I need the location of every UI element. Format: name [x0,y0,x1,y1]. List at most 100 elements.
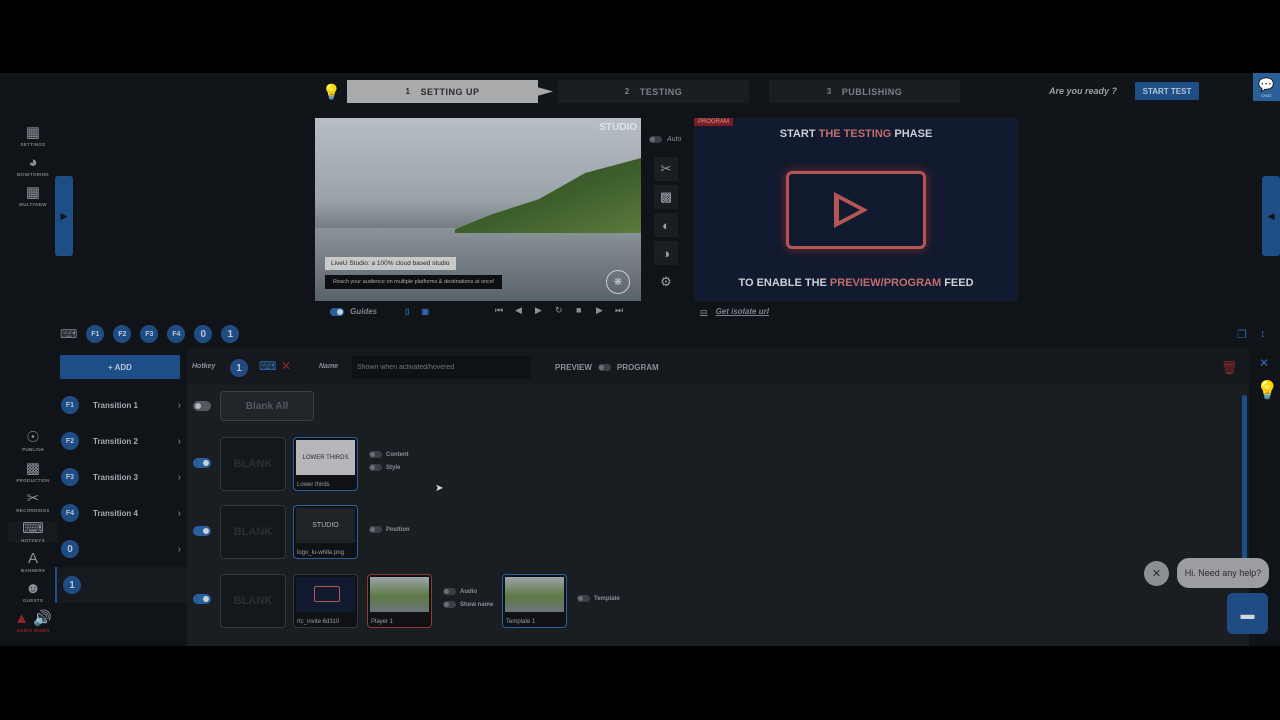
help-chat-button[interactable]: ▬ [1227,593,1268,634]
player-card[interactable]: Player 1 [367,574,432,628]
rail-guests[interactable]: ☻ GUESTS [8,581,58,604]
program-monitor[interactable]: PROGRAM START THE TESTING PHASE TO ENABL… [694,118,1018,301]
rtc-invite-card[interactable]: rtc_invite 6d310 [293,574,358,628]
keyboard-icon: ⌨ [22,520,44,537]
trash-icon[interactable]: 🗑 [1221,360,1238,376]
editor-hotkey[interactable]: 1 [230,359,248,377]
preview-monitor[interactable]: STUDIO LiveU Studio: a 100% cloud based … [315,118,641,301]
loop-icon[interactable]: ↻ [555,305,563,316]
close-icon[interactable]: ✕ [1259,356,1269,370]
row-toggle[interactable] [193,458,211,468]
isolate-url-link[interactable]: ▭ Get isolate url [700,307,769,316]
row-toggle[interactable] [193,526,211,536]
skip-end-icon[interactable]: ⏭ [615,305,623,316]
mouse-cursor-icon: ➤ [435,483,444,494]
name-input[interactable] [352,356,531,378]
fade-transition-button[interactable]: ◐ [654,213,678,237]
transition-settings-button[interactable]: ⚙ [654,270,678,294]
transition-row[interactable]: F2 Transition 2 › [55,423,187,459]
layers-icon[interactable]: ▣ [422,307,430,316]
play-icon-inner [839,199,860,221]
guides-toggle[interactable]: Guides ▯ ▣ [330,307,429,316]
keyboard-icon[interactable]: ⌨ [259,359,276,373]
hotkey-f2[interactable]: F2 [113,325,132,343]
skip-start-icon[interactable]: ⏮ [495,305,503,316]
stop-icon[interactable]: ■ [576,305,581,315]
transition-editor: Hotkey 1 ⌨ ✕ Name PREVIEW PROGRAM 🗑 Blan… [187,348,1249,646]
checker-icon: ▩ [659,189,673,204]
transition-row[interactable]: 0 › [55,531,187,567]
chat-button[interactable]: 💬 CHAT [1253,73,1280,101]
transition-row-selected[interactable]: 1 [55,567,187,603]
cut-transition-button[interactable]: ✂ [654,157,678,181]
scissors-icon: ✂ [26,490,40,507]
help-bubble[interactable]: Hi. Need any help? [1177,558,1269,588]
option-position[interactable]: Position [369,526,410,533]
option-show-name[interactable]: Show name [443,601,493,608]
template-card[interactable]: Template 1 [502,574,567,628]
transition-row[interactable]: F1 Transition 1 › [55,387,187,423]
swap-transition-button[interactable]: ◑ [654,241,678,265]
left-panel-handle[interactable]: ▶ [55,176,73,256]
chat-icon: 💬 [1258,76,1275,92]
step-publishing[interactable]: 3 PUBLISHING [769,80,960,103]
step-testing[interactable]: 2 TESTING [558,80,749,103]
rail-recordings[interactable]: ✂ RECORDINGS [8,490,58,514]
rail-hotkeys[interactable]: ⌨ HOTKEYS [8,521,58,543]
next-icon[interactable]: ▶ [596,305,603,316]
rail-multiview[interactable]: ▦ MULTIVIEW [8,185,58,208]
clear-hotkey-icon[interactable]: ✕ [281,359,291,373]
rail-production[interactable]: ▩ PRODUCTION [8,461,58,484]
hotkey-f4[interactable]: F4 [167,325,186,343]
blank-slot[interactable]: BLANK [220,574,286,628]
mobile-icon[interactable]: ▯ [405,307,409,316]
lightbulb-icon[interactable]: 💡 [322,83,341,101]
blank-slot[interactable]: BLANK [220,437,286,491]
start-test-button[interactable]: START TEST [1135,82,1199,100]
transition-row[interactable]: F4 Transition 4 › [55,495,187,531]
option-template[interactable]: Template [577,595,620,602]
right-panel-handle[interactable]: ◀ [1262,176,1280,256]
auto-switch[interactable] [649,136,662,143]
auto-toggle[interactable]: Auto [649,136,681,143]
preview-program-toggle[interactable]: PREVIEW PROGRAM [555,363,659,372]
scissors-icon: ✂ [660,161,672,176]
copy-icon[interactable]: ❐ [1237,328,1247,341]
row-toggle[interactable] [193,594,211,604]
help-close-button[interactable]: ✕ [1144,561,1169,586]
option-audio[interactable]: Audio [443,588,477,595]
option-content[interactable]: Content [369,451,409,458]
editor-scrollbar[interactable] [1242,395,1247,573]
rail-settings[interactable]: ▦ SETTINGS [8,124,58,148]
blank-slot[interactable]: BLANK [220,505,286,559]
hotkey-f3[interactable]: F3 [140,325,159,343]
add-transition-button[interactable]: + ADD [60,355,180,379]
step-setting-up[interactable]: 1 SETTING UP [347,80,538,103]
logo-card[interactable]: STUDIO logo_lu-white.png [293,505,358,559]
play-button-icon[interactable]: ▶ [535,305,542,316]
rail-audio-mixer[interactable]: ▲ 🔊 AUDIO MIXER [8,610,58,634]
speaker-icon: ▲ 🔊 [14,610,52,627]
prev-icon[interactable]: ◀ [515,305,522,316]
checker-transition-button[interactable]: ▩ [654,185,678,209]
help-bulb-icon[interactable]: 💡 [1256,380,1278,401]
blank-all-button[interactable]: Blank All [220,391,314,421]
hotkey-1[interactable]: 1 [221,325,240,343]
top-bar: 💡 1 SETTING UP 2 TESTING 3 PUBLISHING Ar… [0,73,1280,111]
preview-program-switch[interactable] [597,364,611,371]
gauge-icon: ◕ [28,154,38,171]
rail-banners[interactable]: A BANNERS [8,551,58,574]
transition-row[interactable]: F3 Transition 3 › [55,459,187,495]
hotkey-0[interactable]: 0 [194,325,213,343]
editor-header: Hotkey 1 ⌨ ✕ Name PREVIEW PROGRAM 🗑 [187,348,1249,384]
rail-monitoring[interactable]: ◕ MONITORING [8,154,58,178]
hotkey-f1[interactable]: F1 [86,325,105,343]
rail-publish[interactable]: ☉ PUBLISH [8,430,58,453]
lower-thirds-card[interactable]: LOWER THIRDS Lower thirds [293,437,358,491]
settings-icon: ▦ [25,124,41,141]
guides-switch[interactable] [330,307,344,316]
resize-icon[interactable]: ↕ [1260,328,1266,340]
blank-all-toggle[interactable] [193,401,211,411]
option-style[interactable]: Style [369,464,400,471]
step-arrow [537,87,553,96]
